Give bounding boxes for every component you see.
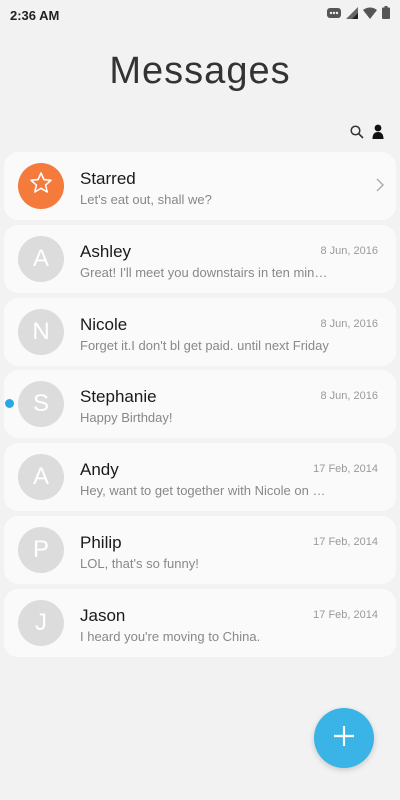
avatar: P: [18, 526, 64, 573]
star-icon: [29, 171, 53, 202]
conversation-row[interactable]: S Stephanie Happy Birthday! 8 Jun, 2016: [4, 370, 396, 439]
contacts-icon[interactable]: [372, 124, 384, 144]
avatar: A: [18, 235, 64, 282]
message-preview: Happy Birthday!: [80, 410, 173, 426]
message-date: 8 Jun, 2016: [320, 390, 379, 403]
status-bar: 2:36 AM: [0, 0, 400, 30]
conversation-starred[interactable]: Starred Let's eat out, shall we?: [4, 152, 396, 220]
page-title: Messages: [109, 50, 291, 92]
message-preview: Hey, want to get together with Nicole on…: [80, 483, 332, 499]
message-date: 8 Jun, 2016: [320, 317, 379, 330]
avatar: J: [18, 599, 64, 646]
conversation-row[interactable]: A Andy Hey, want to get together with Ni…: [4, 443, 396, 512]
conversation-row[interactable]: A Ashley Great! I'll meet you downstairs…: [4, 224, 396, 293]
message-date: 17 Feb, 2014: [313, 608, 378, 621]
new-message-button[interactable]: [314, 708, 374, 768]
status-time: 2:36 AM: [10, 7, 60, 23]
conversation-row[interactable]: N Nicole Forget it.I don't bl get paid. …: [4, 297, 396, 366]
wifi-icon: [363, 6, 377, 24]
conversation-row[interactable]: P Philip LOL, that's so funny! 17 Feb, 2…: [4, 515, 396, 584]
contact-name: Andy: [80, 460, 119, 480]
message-preview: Great! I'll meet you downstairs in ten m…: [80, 264, 332, 280]
contact-name: Jason: [80, 605, 126, 625]
message-preview: LOL, that's so funny!: [80, 555, 199, 571]
plus-icon: [332, 724, 356, 753]
header-actions: [350, 124, 384, 144]
contact-name: Philip: [80, 532, 122, 552]
message-date: 8 Jun, 2016: [320, 244, 379, 257]
message-preview: I heard you're moving to China.: [80, 628, 261, 644]
notification-icon: [327, 6, 341, 24]
avatar: S: [18, 381, 64, 428]
conversation-row[interactable]: J Jason I heard you're moving to China. …: [4, 588, 396, 657]
contact-name: Nicole: [80, 314, 128, 334]
message-date: 17 Feb, 2014: [313, 463, 378, 476]
contact-name: Stephanie: [80, 387, 157, 407]
message-preview: Forget it.I don't bl get paid. until nex…: [80, 337, 329, 353]
chevron-right-icon: [376, 178, 384, 197]
message-preview: Let's eat out, shall we?: [80, 192, 212, 207]
avatar: A: [18, 454, 64, 501]
status-icons: [327, 6, 390, 24]
contact-name: Starred: [80, 169, 136, 188]
battery-icon: [382, 6, 390, 24]
conversation-list: Starred Let's eat out, shall we? A Ashle…: [4, 152, 396, 662]
avatar: [18, 163, 64, 209]
search-icon[interactable]: [350, 124, 364, 144]
message-date: 17 Feb, 2014: [313, 535, 378, 548]
unread-indicator: [5, 399, 14, 409]
contact-name: Ashley: [80, 241, 132, 261]
avatar: N: [18, 308, 64, 355]
signal-icon: [346, 6, 358, 24]
